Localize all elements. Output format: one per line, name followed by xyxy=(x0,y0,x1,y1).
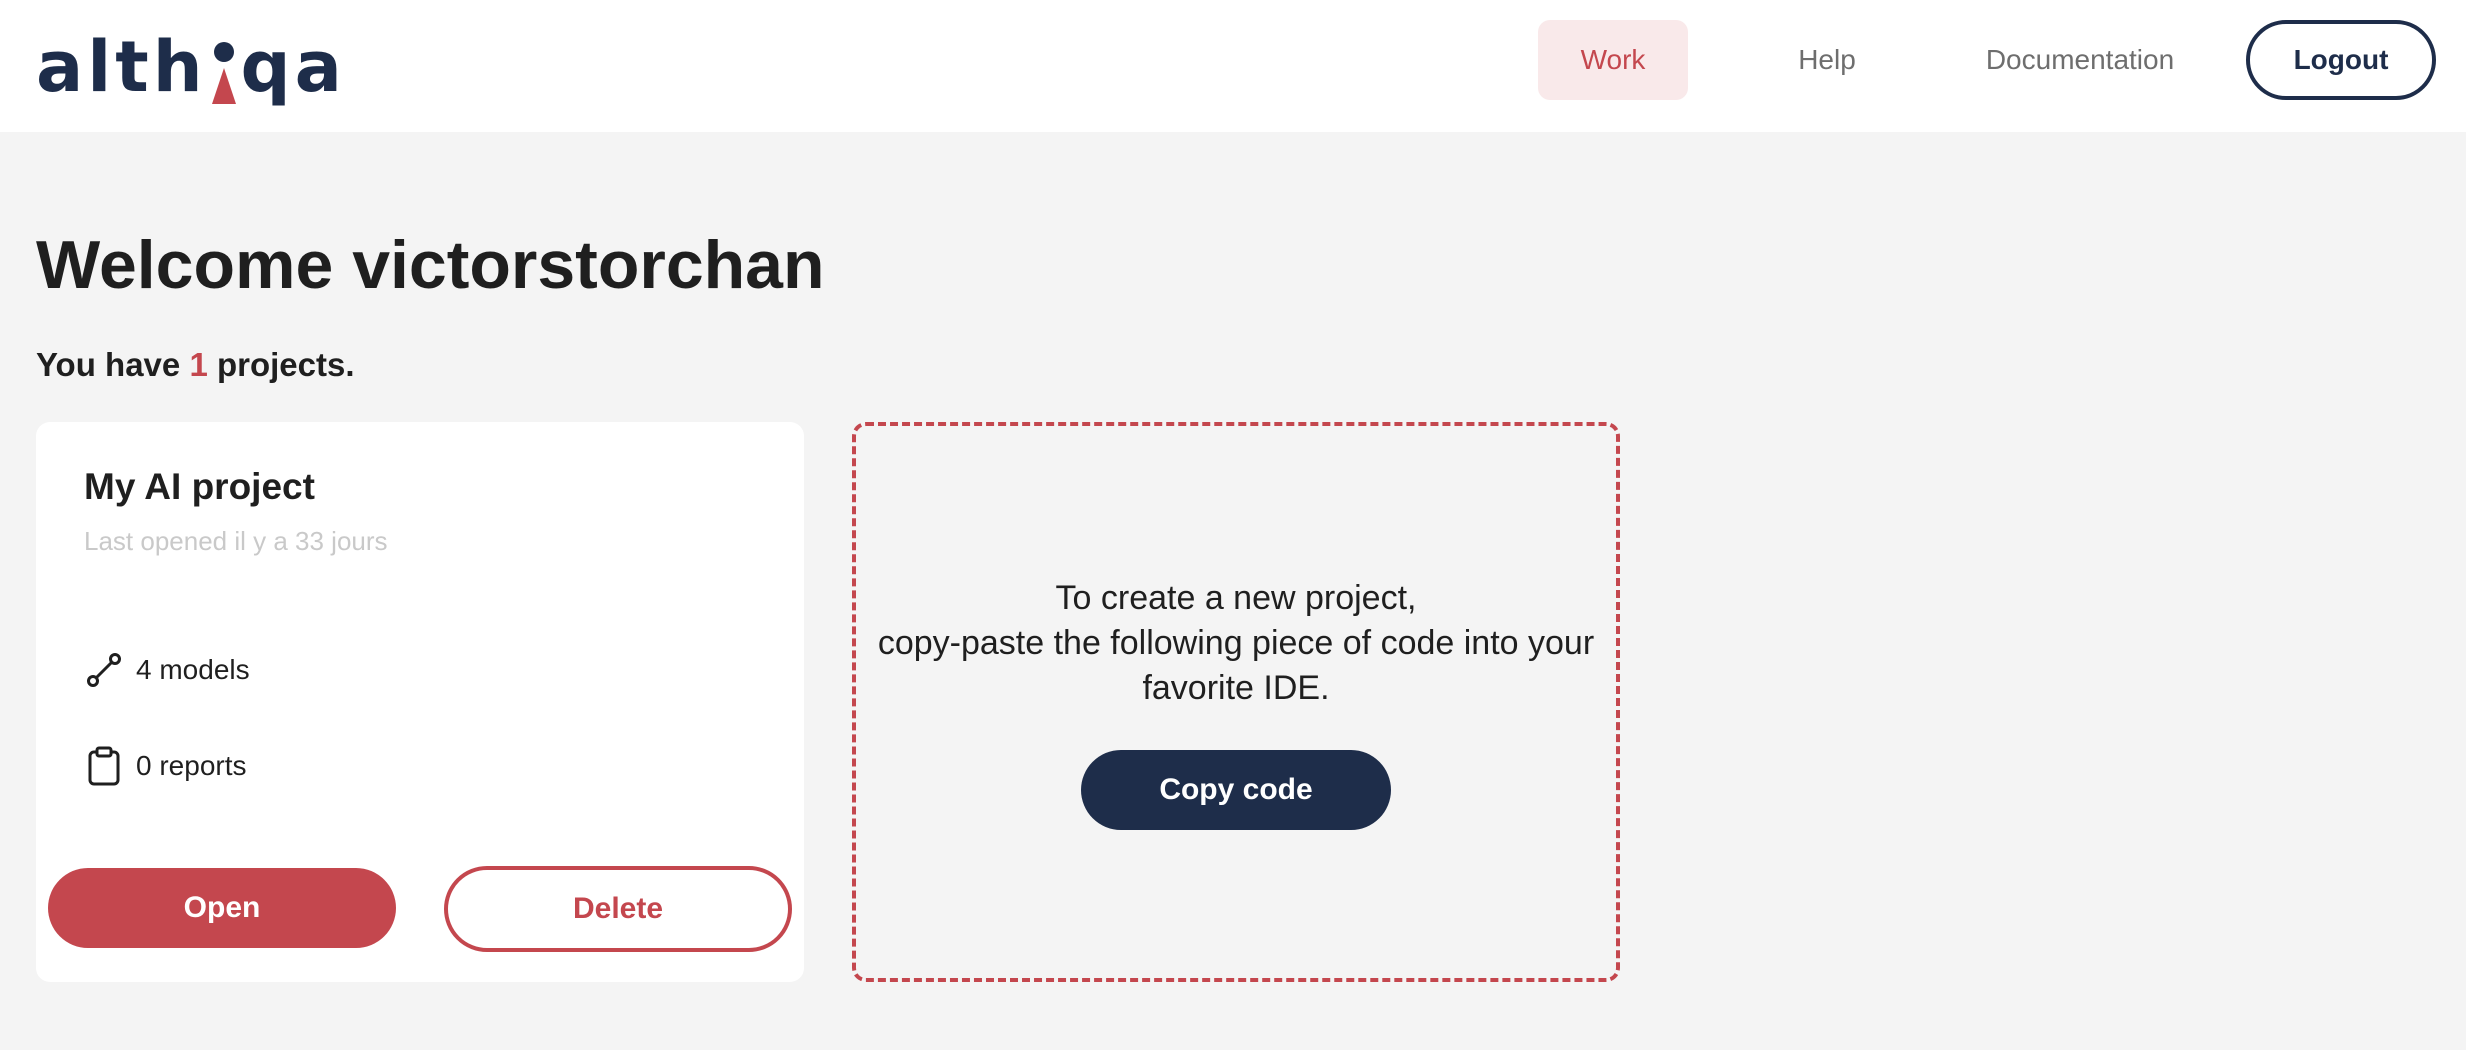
nav-documentation[interactable]: Documentation xyxy=(1964,20,2196,100)
top-header: alth qa Work Help Documentation Logout xyxy=(0,0,2466,132)
instruction-line-1: To create a new project, xyxy=(1055,579,1417,617)
logout-button[interactable]: Logout xyxy=(2246,20,2436,100)
project-last-opened: Last opened il y a 33 jours xyxy=(84,526,388,556)
welcome-title: Welcome victorstorchan xyxy=(36,227,825,303)
logo-text-end: qa xyxy=(240,26,346,108)
projects-count-line: You have 1 projects. xyxy=(36,346,355,384)
nav-work[interactable]: Work xyxy=(1538,20,1688,100)
instruction-line-3: favorite IDE. xyxy=(1142,669,1330,707)
path-icon xyxy=(84,650,124,690)
open-project-button[interactable]: Open xyxy=(48,868,396,948)
logo-i-mark xyxy=(211,42,237,104)
nav-help[interactable]: Help xyxy=(1760,20,1894,100)
projects-suffix: projects. xyxy=(216,346,355,383)
project-models-stat: 4 models xyxy=(84,650,250,690)
new-project-instructions: To create a new project, copy-paste the … xyxy=(856,576,1616,711)
copy-code-button[interactable]: Copy code xyxy=(1081,750,1391,830)
projects-count: 1 xyxy=(189,346,208,383)
project-card[interactable]: My AI project Last opened il y a 33 jour… xyxy=(36,422,804,982)
logo-text-start: alth xyxy=(36,26,207,108)
project-title: My AI project xyxy=(84,466,315,507)
althiqa-logo[interactable]: alth qa xyxy=(36,22,346,108)
delete-project-button[interactable]: Delete xyxy=(444,866,792,952)
projects-prefix: You have xyxy=(36,346,181,383)
instruction-line-2: copy-paste the following piece of code i… xyxy=(877,624,1595,662)
project-reports-label: 0 reports xyxy=(136,750,247,781)
project-models-label: 4 models xyxy=(136,654,250,685)
new-project-panel: To create a new project, copy-paste the … xyxy=(852,422,1620,982)
project-reports-stat: 0 reports xyxy=(84,746,247,786)
clipboard-icon xyxy=(84,746,124,786)
